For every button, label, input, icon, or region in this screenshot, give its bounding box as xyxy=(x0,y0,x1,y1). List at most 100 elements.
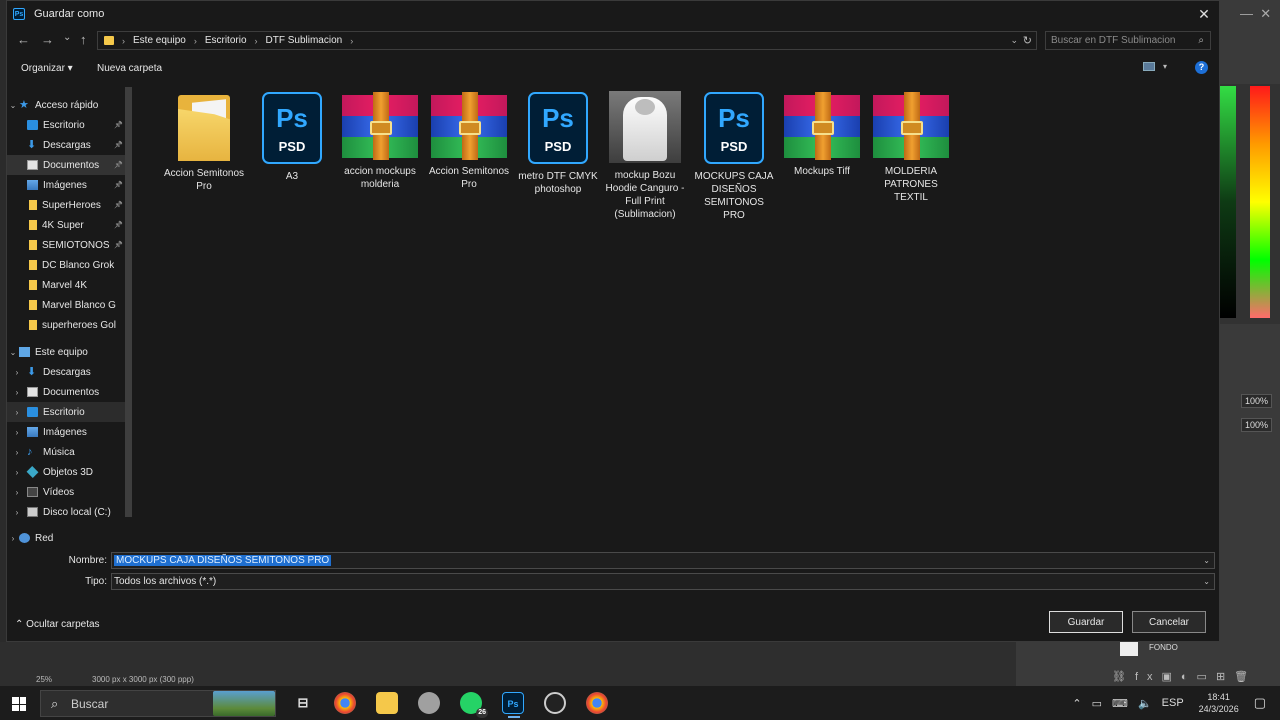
file-item[interactable]: Mockups Tiff xyxy=(781,87,863,178)
pin-icon: 📌 xyxy=(114,202,123,209)
cancel-button[interactable]: Cancelar xyxy=(1132,611,1206,633)
new-folder-button[interactable]: Nueva carpeta xyxy=(97,63,162,74)
chevron-right-icon[interactable]: › xyxy=(7,534,19,543)
sidebar-item[interactable]: superheroes Gol xyxy=(7,315,125,335)
chevron-right-icon[interactable]: › xyxy=(7,388,27,397)
sidebar-item[interactable]: DC Blanco Grok xyxy=(7,255,125,275)
view-options-icon[interactable] xyxy=(1143,62,1155,71)
sidebar-item[interactable]: ⬇ Descargas 📌 xyxy=(7,135,125,155)
chevron-right-icon[interactable]: › xyxy=(350,36,353,46)
file-explorer-icon[interactable] xyxy=(376,692,398,714)
sidebar-item[interactable]: Marvel 4K xyxy=(7,275,125,295)
search-highlight-image[interactable] xyxy=(213,691,275,716)
sidebar-item[interactable]: › ⬇ Descargas xyxy=(7,362,125,382)
file-item[interactable]: Ps PSD A3 xyxy=(251,87,333,183)
close-icon[interactable]: ✕ xyxy=(1195,5,1213,23)
forward-arrow-icon[interactable]: → xyxy=(41,32,54,47)
sidebar-item[interactable]: › Vídeos xyxy=(7,482,125,502)
color-field[interactable] xyxy=(1220,86,1236,318)
file-item[interactable]: mockup Bozu Hoodie Canguro - Full Print … xyxy=(604,87,686,221)
whatsapp-icon[interactable]: 26 xyxy=(460,692,488,718)
chevron-down-icon[interactable]: ⌄ xyxy=(7,348,19,357)
breadcrumb-item[interactable]: Este equipo xyxy=(133,35,186,46)
chevron-down-icon[interactable]: ▾ xyxy=(1163,62,1167,71)
breadcrumb-item[interactable]: Escritorio xyxy=(205,35,247,46)
layer-tools-icons[interactable]: ⛓fx▣◐▭⊞🗑 xyxy=(1112,670,1257,683)
taskbar-search[interactable]: ⌕ Buscar xyxy=(40,690,276,717)
search-icon[interactable]: ⌕ xyxy=(1198,35,1204,46)
clock[interactable]: 18:41 24/3/2026 xyxy=(1199,691,1239,715)
chevron-right-icon[interactable]: › xyxy=(7,448,27,457)
sidebar-item[interactable]: › Escritorio xyxy=(7,402,125,422)
sidebar-item[interactable]: › Documentos xyxy=(7,382,125,402)
hide-folders-button[interactable]: ⌃ Ocultar carpetas xyxy=(15,619,100,630)
file-item[interactable]: Ps PSD MOCKUPS CAJA DISEÑOS SEMITONOS PRO xyxy=(693,87,775,222)
file-type-value: Todos los archivos (*.*) xyxy=(114,576,217,587)
volume-icon[interactable]: 🔈 xyxy=(1138,697,1152,710)
chrome-icon[interactable] xyxy=(334,692,356,714)
photoshop-taskbar-icon[interactable]: Ps xyxy=(502,692,524,718)
organize-button[interactable]: Organizar ▾ xyxy=(21,63,73,74)
fill-value[interactable]: 100% xyxy=(1240,418,1272,432)
file-item[interactable]: accion mockups molderia xyxy=(339,87,421,191)
sidebar-item[interactable]: › ♪ Música xyxy=(7,442,125,462)
chevron-right-icon[interactable]: › xyxy=(7,428,27,437)
chevron-up-icon[interactable]: ⌃ xyxy=(1072,697,1081,710)
breadcrumb-item[interactable]: DTF Sublimacion xyxy=(266,35,343,46)
battery-icon[interactable]: ▭ xyxy=(1092,697,1102,710)
refresh-icon[interactable]: ↻ xyxy=(1023,34,1032,47)
sidebar-item[interactable]: 4K Super 📌 xyxy=(7,215,125,235)
sidebar-item[interactable]: SEMIOTONOS 📌 xyxy=(7,235,125,255)
windows-start-icon[interactable] xyxy=(12,697,26,711)
file-item[interactable]: MOLDERIA PATRONES TEXTIL xyxy=(870,87,952,204)
sidebar-item[interactable]: › Imágenes xyxy=(7,422,125,442)
recent-locations-icon[interactable]: ⌄ xyxy=(63,32,71,43)
sidebar-item[interactable]: › Disco local (C:) xyxy=(7,502,125,522)
filename-value[interactable]: MOCKUPS CAJA DISEÑOS SEMITONOS PRO xyxy=(114,555,332,566)
recorder-icon[interactable] xyxy=(544,692,566,714)
zoom-level[interactable]: 25% xyxy=(36,675,52,684)
task-view-icon[interactable]: ⊟ xyxy=(292,692,314,714)
sidebar-item[interactable]: Documentos 📌 xyxy=(7,155,125,175)
chevron-right-icon[interactable]: › xyxy=(7,368,27,377)
app-icon[interactable] xyxy=(418,692,440,714)
file-item[interactable]: Accion Semitonos Pro xyxy=(428,87,510,191)
chevron-right-icon[interactable]: › xyxy=(7,408,27,417)
search-input[interactable]: Buscar en DTF Sublimacion ⌕ xyxy=(1045,31,1211,50)
chrome-profile-icon[interactable] xyxy=(586,692,608,714)
sidebar-item[interactable]: Escritorio 📌 xyxy=(7,115,125,135)
sidebar-item[interactable]: Marvel Blanco G xyxy=(7,295,125,315)
chevron-down-icon[interactable]: ⌄ xyxy=(7,101,19,110)
sidebar-network[interactable]: › Red xyxy=(7,528,125,543)
sidebar-scrollbar[interactable] xyxy=(125,87,132,517)
psd-file-icon: Ps PSD xyxy=(704,92,764,164)
sidebar-item[interactable]: SuperHeroes 📌 xyxy=(7,195,125,215)
sidebar-item[interactable]: › Objetos 3D xyxy=(7,462,125,482)
filename-input[interactable]: MOCKUPS CAJA DISEÑOS SEMITONOS PRO ⌄ xyxy=(111,552,1215,569)
file-type-select[interactable]: Todos los archivos (*.*) ⌄ xyxy=(111,573,1215,590)
language-indicator[interactable]: ESP xyxy=(1162,697,1184,709)
network-icon[interactable]: ⌨ xyxy=(1112,697,1128,710)
up-arrow-icon[interactable]: ↑ xyxy=(80,32,87,47)
save-button[interactable]: Guardar xyxy=(1049,611,1123,633)
file-item[interactable]: Accion Semitonos Pro xyxy=(163,87,245,193)
chevron-down-icon[interactable]: ⌄ xyxy=(1203,577,1210,586)
chevron-down-icon[interactable]: ⌄ xyxy=(1203,556,1210,565)
layer-name[interactable]: FONDO xyxy=(1149,643,1178,652)
file-item[interactable]: Ps PSD metro DTF CMYK photoshop xyxy=(517,87,599,196)
address-bar[interactable]: › Este equipo › Escritorio › DTF Sublima… xyxy=(97,31,1037,50)
sidebar-item-label: Acceso rápido xyxy=(35,99,99,111)
chevron-right-icon[interactable]: › xyxy=(7,468,27,477)
download-icon: ⬇ xyxy=(27,139,37,151)
notifications-icon[interactable]: ▢ xyxy=(1254,695,1266,711)
chevron-right-icon[interactable]: › xyxy=(7,508,27,517)
sidebar-this-pc[interactable]: ⌄ Este equipo xyxy=(7,342,125,362)
sidebar-quick-access[interactable]: ⌄ ★ Acceso rápido xyxy=(7,95,125,115)
chevron-down-icon[interactable]: ⌄ xyxy=(1010,35,1018,46)
sidebar-item[interactable]: Imágenes 📌 xyxy=(7,175,125,195)
back-arrow-icon[interactable]: ← xyxy=(17,32,30,47)
color-spectrum[interactable] xyxy=(1250,86,1270,318)
chevron-right-icon[interactable]: › xyxy=(7,488,27,497)
opacity-value[interactable]: 100% xyxy=(1240,394,1272,408)
help-icon[interactable]: ? xyxy=(1195,61,1208,74)
